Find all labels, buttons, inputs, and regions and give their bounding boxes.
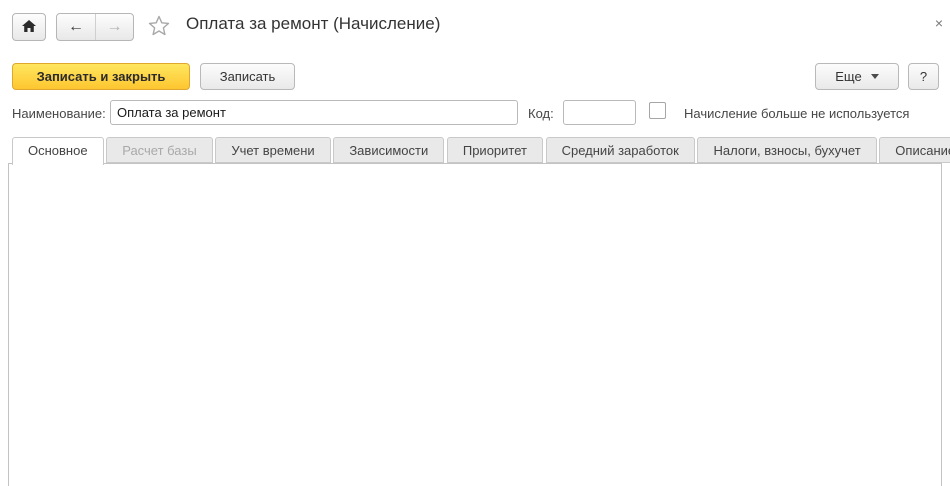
back-icon: ← <box>68 18 84 36</box>
accrual-form-window: ← → Оплата за ремонт (Начисление) × Запи… <box>0 0 950 486</box>
forward-icon: → <box>107 18 123 36</box>
tab-average-earnings[interactable]: Средний заработок <box>546 137 695 163</box>
more-button[interactable]: Еще <box>815 63 899 90</box>
tab-calc-base[interactable]: Расчет базы <box>106 137 213 163</box>
save-button[interactable]: Записать <box>200 63 295 90</box>
more-button-label: Еще <box>835 69 861 84</box>
main-tab-panel <box>8 163 942 486</box>
save-and-close-button[interactable]: Записать и закрыть <box>12 63 190 90</box>
home-button[interactable] <box>12 13 46 41</box>
code-input[interactable] <box>563 100 636 125</box>
history-nav: ← → <box>56 13 134 41</box>
tab-priority[interactable]: Приоритет <box>447 137 543 163</box>
tab-time-tracking[interactable]: Учет времени <box>215 137 330 163</box>
code-field-label: Код: <box>528 106 554 121</box>
close-icon[interactable]: × <box>935 15 943 31</box>
home-icon <box>21 19 37 36</box>
help-button[interactable]: ? <box>908 63 939 90</box>
chevron-down-icon <box>871 74 879 79</box>
tab-description[interactable]: Описание <box>879 137 950 163</box>
page-title: Оплата за ремонт (Начисление) <box>186 14 440 34</box>
not-used-label: Начисление больше не используется <box>684 106 909 121</box>
tab-bar: Основное Расчет базы Учет времени Зависи… <box>12 137 950 164</box>
not-used-checkbox[interactable] <box>649 102 666 119</box>
tab-taxes[interactable]: Налоги, взносы, бухучет <box>697 137 876 163</box>
name-input[interactable] <box>110 100 518 125</box>
tab-main[interactable]: Основное <box>12 137 104 165</box>
name-field-label: Наименование: <box>12 106 106 121</box>
back-button[interactable]: ← <box>57 14 95 40</box>
favorite-star-icon[interactable] <box>148 15 170 39</box>
tab-dependencies[interactable]: Зависимости <box>333 137 444 163</box>
forward-button[interactable]: → <box>95 14 133 40</box>
